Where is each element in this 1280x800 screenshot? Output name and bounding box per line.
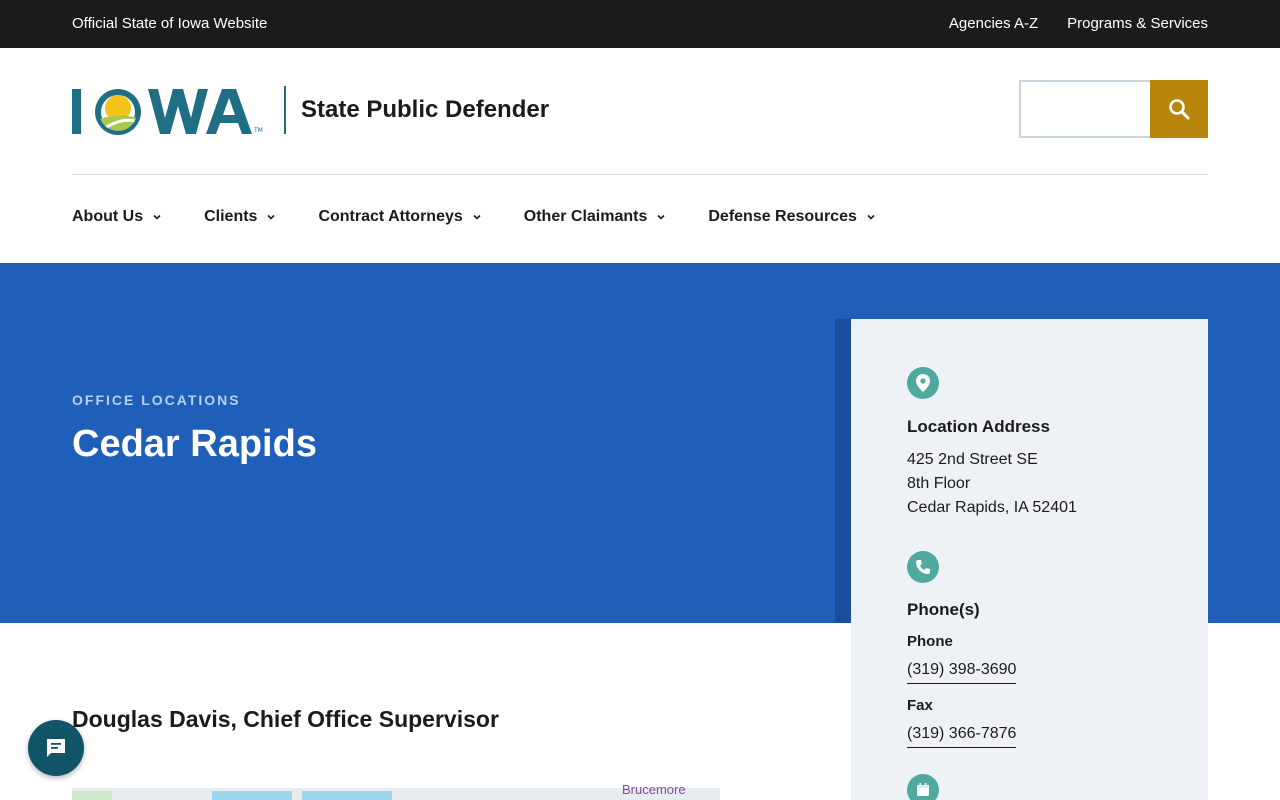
chat-icon: [47, 739, 65, 757]
location-heading: Location Address: [907, 417, 1050, 436]
calendar-icon: [907, 774, 939, 800]
chevron-down-icon: [267, 214, 276, 220]
chevron-down-icon: [473, 214, 481, 220]
phone-icon: [907, 551, 939, 583]
header-divider: [72, 174, 1208, 175]
phones-heading: Phone(s): [907, 600, 980, 619]
card-accent: [835, 319, 851, 623]
nav-about-us[interactable]: About Us: [72, 208, 162, 226]
site-header: TM State Public Defender About Us Client…: [0, 48, 1280, 263]
contact-card: Location Address 425 2nd Street SE 8th F…: [851, 319, 1208, 800]
search-input[interactable]: [1019, 80, 1151, 138]
agencies-az-link[interactable]: Agencies A-Z: [949, 15, 1038, 32]
map-water: [302, 791, 392, 800]
chat-button[interactable]: [28, 720, 84, 776]
map-park: [72, 791, 112, 800]
hero-eyebrow: OFFICE LOCATIONS: [72, 392, 241, 408]
nav-label: About Us: [72, 208, 144, 225]
official-site-bar: Official State of Iowa Website Agencies …: [0, 0, 1280, 48]
nav-label: Contract Attorneys: [318, 208, 463, 225]
official-site-text: Official State of Iowa Website: [72, 15, 268, 32]
nav-contract-attorneys[interactable]: Contract Attorneys: [318, 208, 481, 226]
nav-defense-resources[interactable]: Defense Resources: [708, 208, 876, 226]
chevron-down-icon: [153, 214, 161, 220]
logo-divider: [284, 86, 286, 134]
nav-label: Clients: [204, 208, 258, 225]
map-place-label: Brucemore: [622, 782, 686, 797]
search-icon: [1169, 99, 1190, 120]
fax-label: Fax: [907, 697, 933, 714]
address-line: 8th Floor: [907, 475, 971, 492]
programs-services-link[interactable]: Programs & Services: [1067, 15, 1208, 32]
site-name[interactable]: State Public Defender: [301, 96, 549, 124]
svg-text:TM: TM: [253, 127, 263, 134]
chevron-down-icon: [657, 214, 665, 220]
iowa-logo[interactable]: TM: [72, 86, 272, 138]
supervisor-heading: Douglas Davis, Chief Office Supervisor: [72, 706, 499, 732]
address-line: 425 2nd Street SE: [907, 451, 1038, 468]
main-nav: About Us Clients Contract Attorneys Othe…: [72, 208, 918, 226]
phone-link[interactable]: (319) 398-3690: [907, 661, 1017, 684]
map-pin-icon: [907, 367, 939, 399]
nav-label: Other Claimants: [523, 208, 648, 225]
nav-clients[interactable]: Clients: [204, 208, 276, 226]
map-water: [212, 791, 292, 800]
nav-label: Defense Resources: [708, 208, 857, 225]
search-button[interactable]: [1150, 80, 1208, 138]
chevron-down-icon: [867, 214, 875, 220]
utility-links: Agencies A-Z Programs & Services: [949, 15, 1208, 32]
address-line: Cedar Rapids, IA 52401: [907, 499, 1077, 516]
fax-link[interactable]: (319) 366-7876: [907, 725, 1017, 748]
phone-label: Phone: [907, 633, 953, 650]
location-address: 425 2nd Street SE 8th Floor Cedar Rapids…: [907, 448, 1077, 520]
page-title: Cedar Rapids: [72, 423, 317, 465]
nav-other-claimants[interactable]: Other Claimants: [524, 208, 667, 226]
